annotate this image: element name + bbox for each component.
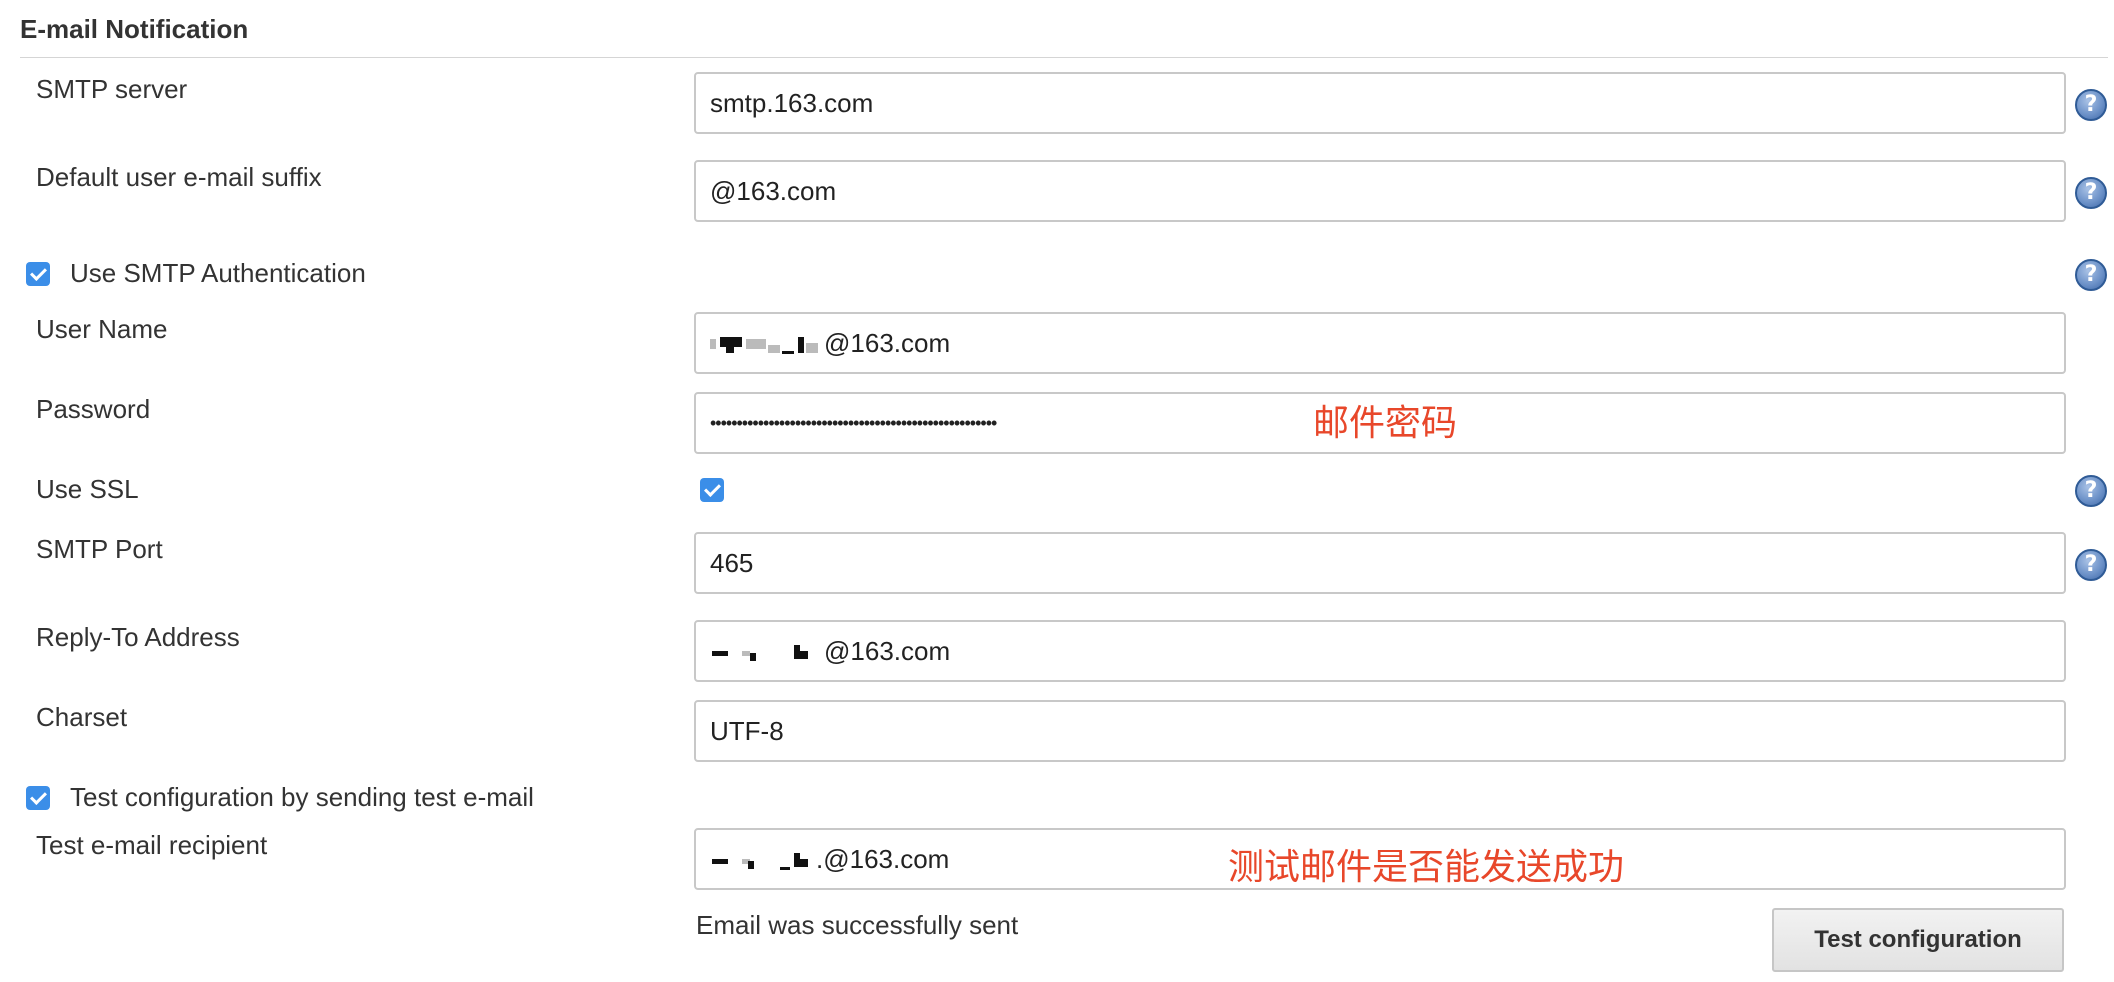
smtp-port-label: SMTP Port (36, 534, 163, 564)
user-name-value: @163.com (824, 328, 951, 358)
charset-input[interactable]: UTF-8 (694, 700, 2066, 762)
section-divider (20, 57, 2108, 58)
password-annotation: 邮件密码 (1313, 403, 1458, 444)
help-icon[interactable]: ? (2075, 259, 2107, 291)
smtp-server-value: smtp.163.com (710, 88, 874, 118)
reply-to-input[interactable]: @163.com (694, 620, 2066, 682)
test-config-label: Test configuration by sending test e-mai… (70, 782, 534, 812)
help-icon[interactable]: ? (2075, 549, 2107, 581)
default-suffix-input[interactable]: @163.com (694, 160, 2066, 222)
test-config-checkbox[interactable] (26, 786, 50, 810)
test-recipient-value: .@163.com (816, 844, 950, 874)
default-suffix-value: @163.com (710, 176, 837, 206)
test-recipient-annotation: 测试邮件是否能发送成功 (1228, 847, 1625, 888)
section-title: E-mail Notification (20, 14, 249, 44)
help-icon[interactable]: ? (2075, 475, 2107, 507)
redacted-reply-to (710, 643, 822, 663)
reply-to-label: Reply-To Address (36, 622, 240, 652)
status-message: Email was successfully sent (696, 910, 1019, 940)
user-name-input[interactable]: @163.com (694, 312, 2066, 374)
email-notification-page: E-mail Notification SMTP server smtp.163… (0, 0, 2114, 982)
password-value: ••••••••••••••••••••••••••••••••••••••••… (710, 413, 997, 433)
charset-value: UTF-8 (710, 716, 784, 746)
password-label: Password (36, 394, 151, 424)
use-ssl-label: Use SSL (36, 474, 139, 504)
test-configuration-button[interactable]: Test configuration (1772, 908, 2064, 972)
reply-to-value: @163.com (824, 636, 951, 666)
use-smtp-auth-label: Use SMTP Authentication (70, 258, 366, 288)
redacted-test-recipient (710, 851, 814, 871)
use-ssl-checkbox[interactable] (700, 478, 724, 502)
smtp-server-label: SMTP server (36, 74, 188, 104)
charset-label: Charset (36, 702, 128, 732)
test-recipient-label: Test e-mail recipient (36, 830, 268, 860)
help-icon[interactable]: ? (2075, 177, 2107, 209)
default-suffix-label: Default user e-mail suffix (36, 162, 322, 192)
user-name-label: User Name (36, 314, 168, 344)
smtp-port-value: 465 (710, 548, 754, 578)
help-icon[interactable]: ? (2075, 89, 2107, 121)
redacted-username (710, 335, 822, 355)
smtp-server-input[interactable]: smtp.163.com (694, 72, 2066, 134)
use-smtp-auth-checkbox[interactable] (26, 262, 50, 286)
smtp-port-input[interactable]: 465 (694, 532, 2066, 594)
